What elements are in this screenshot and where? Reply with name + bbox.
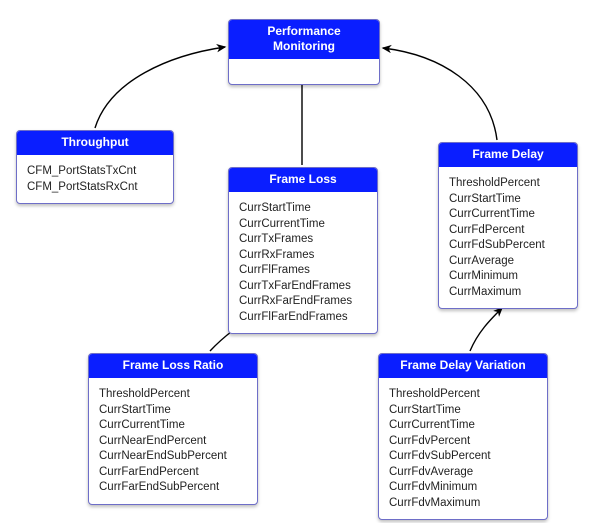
attribute-item: CurrFdvMinimum — [389, 480, 537, 496]
attribute-item: CurrStartTime — [99, 403, 247, 419]
attribute-item: CurrFlFarEndFrames — [239, 310, 367, 326]
attribute-item: CurrFarEndPercent — [99, 465, 247, 481]
node-title: Throughput — [17, 131, 173, 158]
attribute-item: CurrStartTime — [389, 403, 537, 419]
attribute-item: CurrMaximum — [449, 285, 567, 301]
diagram-canvas: Performance Monitoring Throughput CFM_Po… — [0, 0, 597, 523]
node-body: ThresholdPercentCurrStartTimeCurrCurrent… — [89, 381, 257, 504]
attribute-item: CurrRxFarEndFrames — [239, 294, 367, 310]
node-title: Frame Loss Ratio — [89, 354, 257, 381]
node-frame-delay-variation: Frame Delay Variation ThresholdPercentCu… — [378, 353, 548, 520]
node-frame-loss: Frame Loss CurrStartTimeCurrCurrentTimeC… — [228, 167, 378, 334]
node-body — [229, 62, 379, 84]
attribute-item: CurrFdPercent — [449, 223, 567, 239]
attribute-item: CurrFdvSubPercent — [389, 449, 537, 465]
node-frame-delay: Frame Delay ThresholdPercentCurrStartTim… — [438, 142, 578, 309]
attribute-item: CurrRxFrames — [239, 248, 367, 264]
node-body: ThresholdPercentCurrStartTimeCurrCurrent… — [439, 170, 577, 308]
node-title: Frame Loss — [229, 168, 377, 195]
attribute-item: CurrNearEndPercent — [99, 434, 247, 450]
attribute-item: CurrCurrentTime — [239, 217, 367, 233]
attribute-item: CurrCurrentTime — [389, 418, 537, 434]
attribute-item: CurrFdvMaximum — [389, 496, 537, 512]
attribute-item: CurrStartTime — [239, 201, 367, 217]
node-title: Frame Delay Variation — [379, 354, 547, 381]
node-body: ThresholdPercentCurrStartTimeCurrCurrent… — [379, 381, 547, 519]
attribute-item: CurrMinimum — [449, 269, 567, 285]
node-performance-monitoring: Performance Monitoring — [228, 19, 380, 85]
attribute-item: CurrFdvPercent — [389, 434, 537, 450]
attribute-item: CurrAverage — [449, 254, 567, 270]
attribute-item: CurrFarEndSubPercent — [99, 480, 247, 496]
node-throughput: Throughput CFM_PortStatsTxCntCFM_PortSta… — [16, 130, 174, 204]
node-frame-loss-ratio: Frame Loss Ratio ThresholdPercentCurrSta… — [88, 353, 258, 505]
attribute-item: ThresholdPercent — [449, 176, 567, 192]
attribute-item: CurrFdvAverage — [389, 465, 537, 481]
node-body: CFM_PortStatsTxCntCFM_PortStatsRxCnt — [17, 158, 173, 203]
attribute-item: CurrTxFrames — [239, 232, 367, 248]
node-title: Performance Monitoring — [229, 20, 379, 62]
node-title: Frame Delay — [439, 143, 577, 170]
attribute-item: CurrCurrentTime — [99, 418, 247, 434]
node-body: CurrStartTimeCurrCurrentTimeCurrTxFrames… — [229, 195, 377, 333]
attribute-item: CurrFlFrames — [239, 263, 367, 279]
attribute-item: CurrStartTime — [449, 192, 567, 208]
attribute-item: CurrTxFarEndFrames — [239, 279, 367, 295]
attribute-item: ThresholdPercent — [99, 387, 247, 403]
attribute-item: CFM_PortStatsRxCnt — [27, 180, 163, 196]
attribute-item: ThresholdPercent — [389, 387, 537, 403]
attribute-item: CFM_PortStatsTxCnt — [27, 164, 163, 180]
attribute-item: CurrFdSubPercent — [449, 238, 567, 254]
attribute-item: CurrCurrentTime — [449, 207, 567, 223]
attribute-item: CurrNearEndSubPercent — [99, 449, 247, 465]
